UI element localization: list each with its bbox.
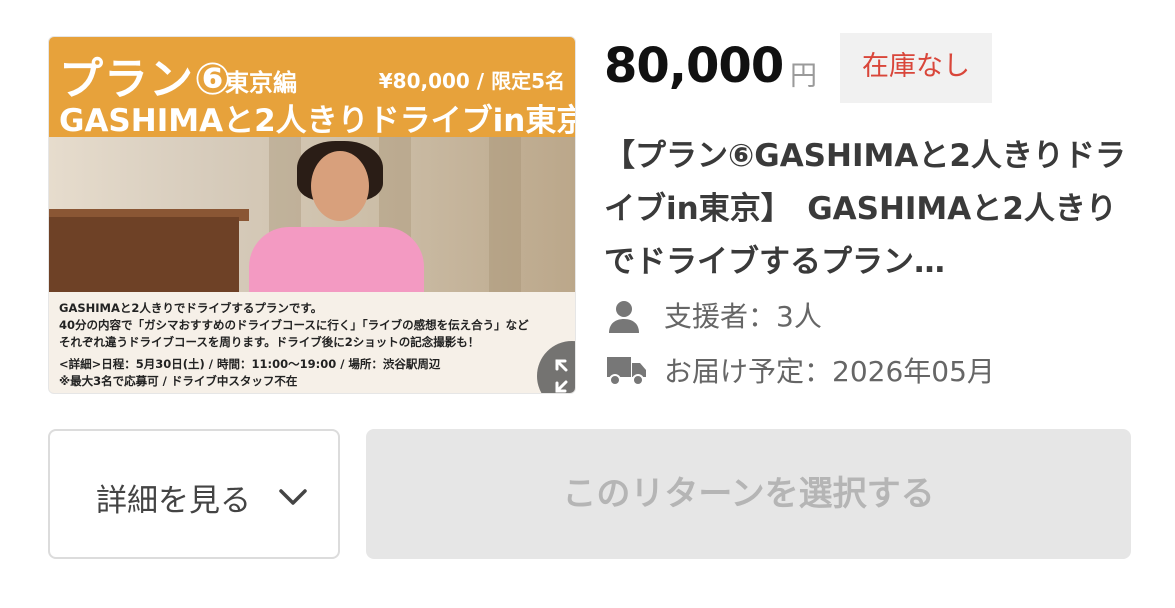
supporters-count: 支援者：3人 bbox=[664, 300, 822, 333]
image-description-line: GASHIMAと2人きりでドライブするプランです。 bbox=[59, 301, 323, 315]
truck-icon bbox=[607, 357, 646, 386]
image-description-line: <詳細>日程：5月30日(土) / 時間：11:00〜19:00 / 場所：渋谷… bbox=[59, 357, 441, 371]
person-shape bbox=[249, 227, 424, 292]
image-plan-headline: GASHIMAと2人きりドライブin東京 bbox=[59, 103, 576, 139]
select-reward-button[interactable]: このリターンを選択する bbox=[366, 429, 1131, 559]
image-description-line: ※最大3名で応募可 / ドライブ中スタッフ不在 bbox=[59, 374, 298, 388]
price-amount: 80,000 bbox=[604, 38, 784, 94]
image-plan-price: ¥80,000 / 限定5名 bbox=[378, 69, 565, 93]
image-description-line: それぞれ違うドライブコースを周ります。ドライブ後に2ショットの記念撮影も！ bbox=[59, 335, 480, 349]
price-unit: 円 bbox=[790, 61, 817, 92]
view-details-button[interactable]: 詳細を見る bbox=[48, 429, 340, 559]
image-description-line: 40分の内容で「ガシマおすすめのドライブコースに行く」「ライブの感想を伝え合う」… bbox=[59, 318, 529, 332]
delivery-schedule: お届け予定：2026年05月 bbox=[664, 355, 995, 388]
image-header-banner: プラン⑥ 東京編 ¥80,000 / 限定5名 GASHIMAと2人きりドライブ… bbox=[49, 37, 576, 139]
image-plan-area: 東京編 bbox=[225, 69, 297, 97]
product-image[interactable]: プラン⑥ 東京編 ¥80,000 / 限定5名 GASHIMAと2人きりドライブ… bbox=[48, 36, 576, 394]
view-details-label: 詳細を見る bbox=[96, 483, 251, 519]
artist-photo bbox=[49, 137, 575, 292]
image-description: GASHIMAと2人きりでドライブするプランです。 40分の内容で「ガシマおすす… bbox=[49, 292, 575, 393]
piano-shape bbox=[49, 217, 239, 292]
chevron-down-icon bbox=[279, 489, 307, 505]
person-icon bbox=[609, 301, 639, 333]
expand-icon bbox=[555, 359, 568, 393]
reward-title: 【プラン⑥GASHIMAと2人きりドライブin東京】 GASHIMAと2人きりで… bbox=[604, 138, 1126, 280]
stock-status-badge: 在庫なし bbox=[840, 33, 992, 103]
